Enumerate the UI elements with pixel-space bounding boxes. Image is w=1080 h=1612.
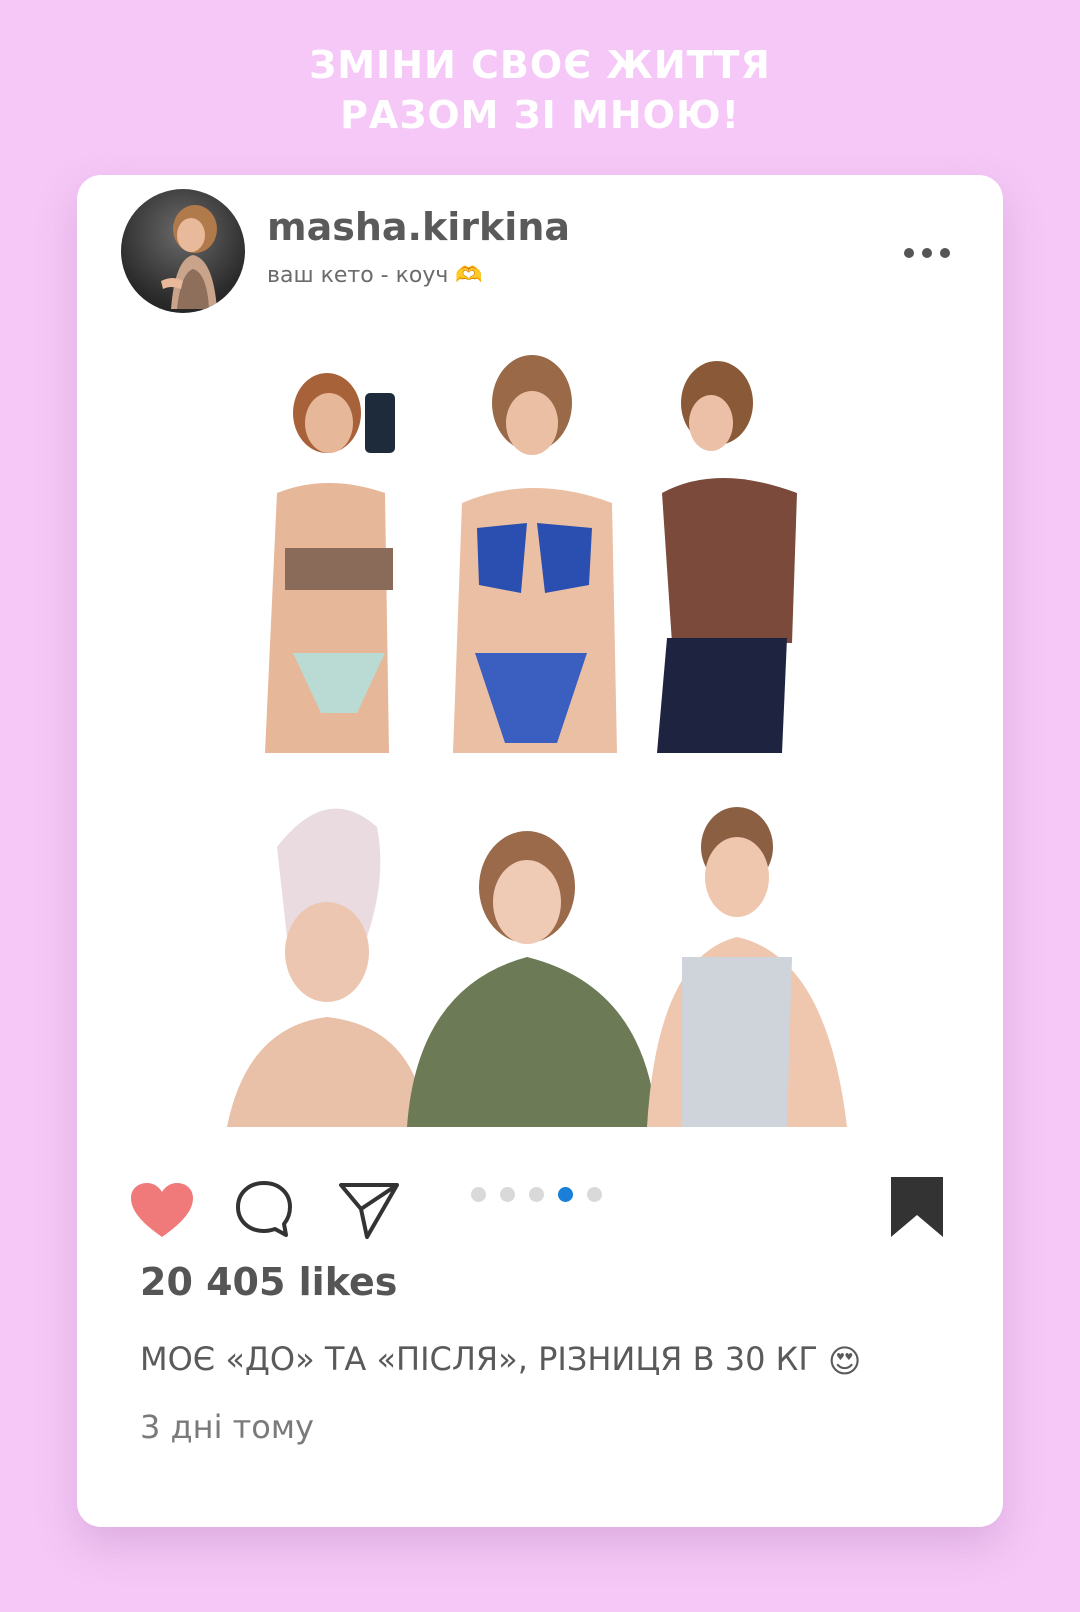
more-icon-dot — [922, 248, 932, 258]
likes-count[interactable]: 20 405 likes — [140, 1260, 397, 1304]
heart-eyes-emoji: 😍 — [828, 1342, 862, 1380]
comment-icon[interactable] — [234, 1179, 294, 1239]
headline: ЗМІНИ СВОЄ ЖИТТЯ РАЗОМ ЗІ МНОЮ! — [0, 40, 1080, 140]
bio-subtitle: ваш кето - коуч 🫶 — [267, 263, 483, 288]
post-caption: МОЄ «ДО» ТА «ПІСЛЯ», РІЗНИЦЯ В 30 КГ 😍 — [140, 1340, 861, 1380]
action-bar — [77, 1165, 1003, 1245]
heart-icon[interactable] — [129, 1181, 195, 1239]
carousel-dot[interactable] — [500, 1187, 515, 1202]
carousel-dot-active[interactable] — [558, 1187, 573, 1202]
bookmark-icon[interactable] — [889, 1175, 945, 1239]
more-icon-dot — [904, 248, 914, 258]
carousel-dot[interactable] — [471, 1187, 486, 1202]
after-photo — [257, 353, 837, 753]
headline-line-2: РАЗОМ ЗІ МНОЮ! — [340, 93, 740, 137]
caption-text: МОЄ «ДО» ТА «ПІСЛЯ», РІЗНИЦЯ В 30 КГ — [140, 1340, 818, 1378]
before-photo — [227, 787, 867, 1127]
carousel-dot[interactable] — [587, 1187, 602, 1202]
username[interactable]: masha.kirkina — [267, 205, 570, 249]
more-options-button[interactable] — [897, 241, 957, 265]
carousel-indicator — [471, 1187, 602, 1202]
carousel-dot[interactable] — [529, 1187, 544, 1202]
send-icon[interactable] — [337, 1179, 401, 1241]
more-icon-dot — [940, 248, 950, 258]
headline-line-1: ЗМІНИ СВОЄ ЖИТТЯ — [309, 43, 771, 87]
post-timestamp: 3 дні тому — [140, 1408, 314, 1446]
post-card: masha.kirkina ваш кето - коуч 🫶 20 405 l… — [77, 175, 1003, 1527]
avatar[interactable] — [121, 189, 245, 313]
